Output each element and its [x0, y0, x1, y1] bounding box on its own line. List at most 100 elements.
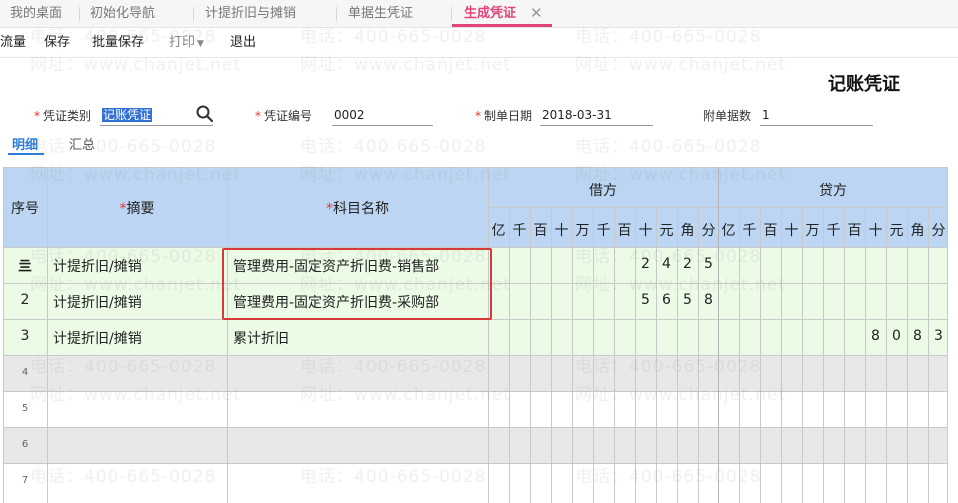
amount-digit: 4 — [662, 256, 671, 272]
subtab-indicator — [8, 153, 44, 155]
grid-line — [928, 207, 929, 503]
table-row[interactable] — [3, 319, 948, 355]
amount-digit: 8 — [913, 328, 922, 344]
tab-separator — [193, 7, 194, 21]
unit-label: 角 — [910, 223, 925, 239]
tab-depreciation[interactable]: 计提折旧与摊销 — [205, 0, 296, 27]
unit-label: 千 — [742, 223, 757, 239]
batch-save-button[interactable]: 批量保存 — [92, 28, 144, 58]
grid-line — [551, 207, 552, 503]
row-summary[interactable]: 计提折旧/摊销 — [53, 292, 142, 312]
unit-label: 万 — [575, 223, 590, 239]
tab-separator — [336, 7, 337, 21]
unit-label: 百 — [847, 223, 862, 239]
watermark-phone: 电话：400-665-0028 — [575, 137, 762, 157]
table-row[interactable] — [3, 391, 948, 427]
row-account[interactable]: 累计折旧 — [233, 328, 289, 348]
table-row[interactable] — [3, 355, 948, 391]
unit-label: 分 — [701, 223, 716, 239]
page-title: 记账凭证 — [828, 74, 900, 95]
table-row[interactable] — [3, 427, 948, 463]
watermark-phone: 电话：400-665-0028 — [30, 137, 217, 157]
search-icon[interactable] — [195, 104, 215, 124]
amount-digit: 3 — [934, 328, 943, 344]
grid-line — [3, 391, 948, 392]
grid-line — [614, 207, 615, 503]
date-label: * 制单日期 — [475, 109, 533, 123]
amount-digit: 5 — [641, 292, 650, 308]
row-summary[interactable]: 计提折旧/摊销 — [53, 256, 142, 276]
amount-digit: 0 — [892, 328, 901, 344]
amount-digit: 8 — [704, 292, 713, 308]
row-summary[interactable]: 计提折旧/摊销 — [53, 328, 142, 348]
unit-label: 十 — [554, 223, 569, 239]
subtab-detail[interactable]: 明细 — [12, 134, 38, 153]
tab-init-nav[interactable]: 初始化导航 — [90, 0, 155, 27]
unit-label: 千 — [596, 223, 611, 239]
header-summary: *摘要 — [119, 201, 155, 217]
unit-label: 亿 — [721, 223, 736, 239]
tab-bar: 我的桌面 初始化导航 计提折旧与摊销 单据生凭证 生成凭证 ✕ — [0, 0, 958, 28]
print-button[interactable]: 打印 ▼ — [169, 28, 204, 59]
grid-line — [3, 427, 948, 428]
save-button[interactable]: 保存 — [44, 28, 70, 58]
grid-line — [886, 207, 887, 503]
attach-count-label: 附单据数 — [703, 109, 752, 123]
grid-line — [3, 463, 948, 464]
grid-line — [530, 207, 531, 503]
tab-generate-voucher[interactable]: 生成凭证 — [464, 0, 516, 27]
grid-line — [781, 207, 782, 503]
unit-label: 亿 — [491, 223, 506, 239]
grid-line — [739, 207, 740, 503]
header-credit: 贷方 — [819, 183, 847, 199]
grid-line — [677, 207, 678, 503]
grid-line — [593, 207, 594, 503]
active-tab-indicator — [452, 24, 552, 27]
exit-button[interactable]: 退出 — [230, 28, 256, 58]
date-input[interactable]: 2018-03-31 — [540, 105, 653, 126]
unit-label: 万 — [805, 223, 820, 239]
unit-label: 十 — [638, 223, 653, 239]
grid-line — [907, 207, 908, 503]
grid-line — [823, 207, 824, 503]
voucher-no-input[interactable]: 0002 — [332, 105, 433, 126]
header-seq: 序号 — [11, 201, 39, 217]
voucher-no-label: * 凭证编号 — [255, 109, 313, 123]
row-seq: 5 — [21, 403, 29, 414]
close-icon[interactable]: ✕ — [530, 0, 543, 26]
unit-label: 百 — [533, 223, 548, 239]
grid-line — [572, 207, 573, 503]
header-debit: 借方 — [589, 183, 617, 199]
grid-line — [802, 207, 803, 503]
row-seq: 7 — [21, 475, 29, 486]
grid-line — [635, 207, 636, 503]
voucher-type-label: * 凭证类别 — [34, 109, 92, 123]
tab-desktop[interactable]: 我的桌面 — [10, 0, 62, 27]
tab-document-voucher[interactable]: 单据生凭证 — [348, 0, 413, 27]
unit-label: 元 — [659, 223, 674, 239]
grid-line — [656, 207, 657, 503]
grid-line — [488, 167, 489, 503]
amount-digit: 6 — [662, 292, 671, 308]
grid-line — [509, 207, 510, 503]
row-seq: 亖 — [18, 259, 32, 275]
table-row[interactable] — [3, 463, 948, 503]
unit-label: 百 — [763, 223, 778, 239]
unit-label: 分 — [931, 223, 946, 239]
toolbar: 流量 保存 批量保存 打印 ▼ 退出 — [0, 28, 958, 58]
highlight-box — [222, 248, 492, 320]
grid-line — [865, 207, 866, 503]
row-seq: 4 — [21, 367, 29, 378]
tab-separator — [451, 7, 452, 21]
print-label: 打印 — [169, 35, 196, 50]
grid-line — [3, 167, 948, 168]
flow-button[interactable]: 流量 — [0, 28, 26, 58]
amount-digit: 2 — [683, 256, 692, 272]
grid-line — [698, 207, 699, 503]
unit-label: 百 — [617, 223, 632, 239]
subtab-summary[interactable]: 汇总 — [69, 134, 95, 153]
attach-count-input[interactable]: 1 — [760, 105, 873, 126]
row-seq: 2 — [20, 292, 30, 308]
unit-label: 角 — [680, 223, 695, 239]
amount-digit: 5 — [704, 256, 713, 272]
